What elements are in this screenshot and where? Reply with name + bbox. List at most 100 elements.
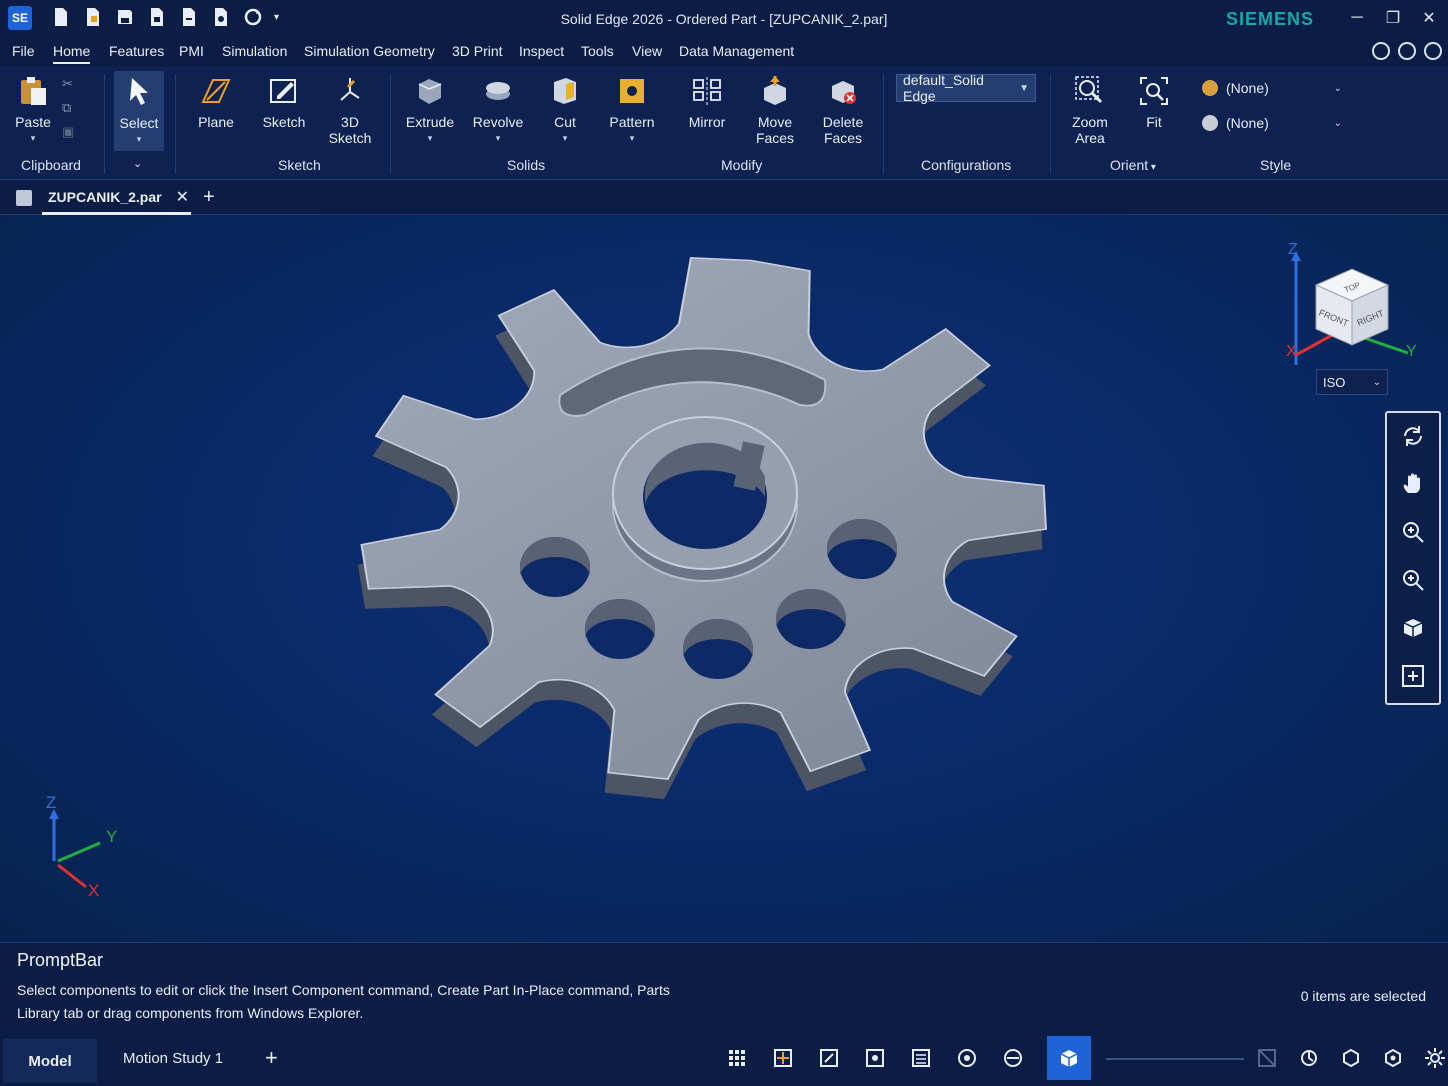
menu-right-tools	[1372, 42, 1442, 60]
menu-inspect[interactable]: Inspect	[519, 43, 564, 59]
menu-file[interactable]: File	[12, 43, 35, 59]
pattern-icon	[620, 79, 644, 103]
minimize-icon[interactable]: ─	[1348, 6, 1366, 30]
promptbar-title: PromptBar	[17, 950, 104, 970]
add-study-tab-icon[interactable]: +	[265, 1045, 278, 1071]
select-button[interactable]: Select ▾	[114, 71, 164, 151]
paste-label: Paste	[15, 114, 51, 130]
paste-button[interactable]: Paste ▾	[10, 74, 56, 146]
menu-view[interactable]: View	[632, 43, 662, 59]
document-tab-label: ZUPCANIK_2.par	[48, 188, 162, 205]
open-icon[interactable]	[82, 6, 104, 28]
pattern-button[interactable]: Pattern ▾	[604, 74, 660, 146]
close-tab-icon[interactable]: ✕	[176, 187, 189, 207]
print-icon[interactable]	[146, 6, 168, 28]
inspect-status-icon[interactable]	[1382, 1047, 1404, 1069]
undo-icon[interactable]	[178, 6, 200, 28]
plane-button[interactable]: Plane	[192, 74, 240, 130]
rotate-icon[interactable]	[1400, 423, 1426, 449]
menu-tools[interactable]: Tools	[581, 43, 614, 59]
menu-3d-print[interactable]: 3D Print	[452, 43, 503, 59]
orient-group-dropdown[interactable]: Orient ▾	[1110, 157, 1156, 173]
fit-label: Fit	[1146, 114, 1162, 130]
select-group-dropdown[interactable]: ⌄	[133, 157, 142, 170]
menu-simulation[interactable]: Simulation	[222, 43, 287, 59]
move-faces-button[interactable]: Move Faces	[750, 74, 800, 146]
disabled-tool-icon	[1258, 1049, 1276, 1067]
selection-status: 0 items are selected	[1300, 988, 1426, 1004]
view-style-dropdown[interactable]: (None) ⌄	[1196, 109, 1348, 137]
redo-icon[interactable]	[210, 6, 232, 28]
zoom-icon[interactable]	[1400, 519, 1426, 545]
zoom-area-button[interactable]: Zoom Area	[1064, 74, 1116, 146]
settings-icon[interactable]	[1372, 42, 1390, 60]
view-cube-icon[interactable]	[1400, 615, 1426, 641]
menu-simulation-geometry[interactable]: Simulation Geometry	[304, 43, 435, 59]
quick-access-toolbar: ▾	[50, 6, 279, 28]
face-style-icon	[1202, 80, 1218, 96]
separator	[175, 74, 176, 174]
mirror-button[interactable]: Mirror	[682, 74, 732, 130]
zoom-slider[interactable]	[1106, 1058, 1244, 1060]
part-status-icon[interactable]	[1340, 1047, 1362, 1069]
snap-icon[interactable]	[771, 1046, 795, 1070]
cut-button[interactable]: Cut ▾	[545, 74, 585, 146]
separator	[390, 74, 391, 174]
fit-button[interactable]: Fit	[1134, 74, 1174, 130]
fit-view-icon[interactable]	[1400, 663, 1426, 689]
triad-z-label: Z	[46, 793, 57, 812]
view-style-icon	[1202, 115, 1218, 131]
app-logo[interactable]: SE	[8, 6, 32, 30]
save-icon[interactable]	[114, 6, 136, 28]
chevron-down-icon: ⌄	[1333, 117, 1342, 129]
sketch-button[interactable]: Sketch	[258, 74, 310, 130]
mirror-icon	[693, 77, 721, 105]
help-icon[interactable]	[1398, 42, 1416, 60]
section-view-icon[interactable]	[863, 1046, 887, 1070]
restore-icon[interactable]: ❐	[1384, 6, 1402, 30]
pan-hand-icon[interactable]	[1400, 471, 1426, 497]
add-document-tab-icon[interactable]: +	[203, 186, 215, 209]
delete-faces-button[interactable]: Delete Faces	[817, 74, 869, 146]
status-right-tools	[1256, 1047, 1446, 1069]
grid-icon[interactable]	[725, 1046, 749, 1070]
face-style-dropdown[interactable]: (None) ⌄	[1196, 74, 1348, 102]
camera-icon[interactable]	[955, 1046, 979, 1070]
graphics-viewport[interactable]: TOP FRONT RIGHT Z X Y ISO ⌄ Z Y X	[0, 215, 1448, 942]
menu-pmi[interactable]: PMI	[179, 43, 204, 59]
3d-sketch-button[interactable]: 3D Sketch	[324, 74, 376, 146]
menu-features[interactable]: Features	[109, 43, 164, 59]
document-tab[interactable]: ZUPCANIK_2.par ✕	[42, 181, 191, 215]
paste-icon	[21, 77, 46, 105]
motion-study-tab[interactable]: Motion Study 1	[123, 1050, 223, 1067]
prompt-bar: PromptBar Select components to edit or c…	[0, 942, 1448, 1036]
cut-label: Cut	[554, 114, 576, 130]
extrude-button[interactable]: Extrude ▾	[404, 74, 456, 146]
revolve-button[interactable]: Revolve ▾	[472, 74, 524, 146]
cut-clip-icon[interactable]: ✂	[62, 76, 78, 92]
zoom-area-icon[interactable]	[1400, 567, 1426, 593]
sync-icon[interactable]	[1298, 1047, 1320, 1069]
community-icon[interactable]	[1424, 42, 1442, 60]
new-icon[interactable]	[50, 6, 72, 28]
qat-dropdown-icon[interactable]: ▾	[274, 12, 279, 23]
shaded-view-icon[interactable]	[1047, 1036, 1091, 1080]
view-orientation-dropdown[interactable]: ISO ⌄	[1316, 369, 1388, 395]
copy-icon[interactable]: ⧉	[62, 100, 78, 116]
model-tab[interactable]: Model	[3, 1039, 97, 1083]
menu-data-management[interactable]: Data Management	[679, 43, 794, 59]
close-icon[interactable]: ✕	[1420, 6, 1438, 30]
window-controls: ─ ❐ ✕	[1348, 6, 1438, 30]
refresh-icon[interactable]	[242, 6, 264, 28]
view-orientation-value: ISO	[1323, 374, 1346, 390]
render-icon[interactable]	[1001, 1046, 1025, 1070]
settings-gear-icon[interactable]	[1424, 1047, 1446, 1069]
separator	[1050, 74, 1051, 174]
configuration-dropdown[interactable]: default_Solid Edge ▼	[896, 72, 1036, 104]
separator	[883, 74, 884, 174]
sketch-view-icon[interactable]	[817, 1046, 841, 1070]
format-painter-icon[interactable]: ▣	[62, 124, 78, 140]
table-view-icon[interactable]	[909, 1046, 933, 1070]
gear-part-model[interactable]	[0, 215, 1448, 942]
menu-home[interactable]: Home	[53, 43, 91, 64]
